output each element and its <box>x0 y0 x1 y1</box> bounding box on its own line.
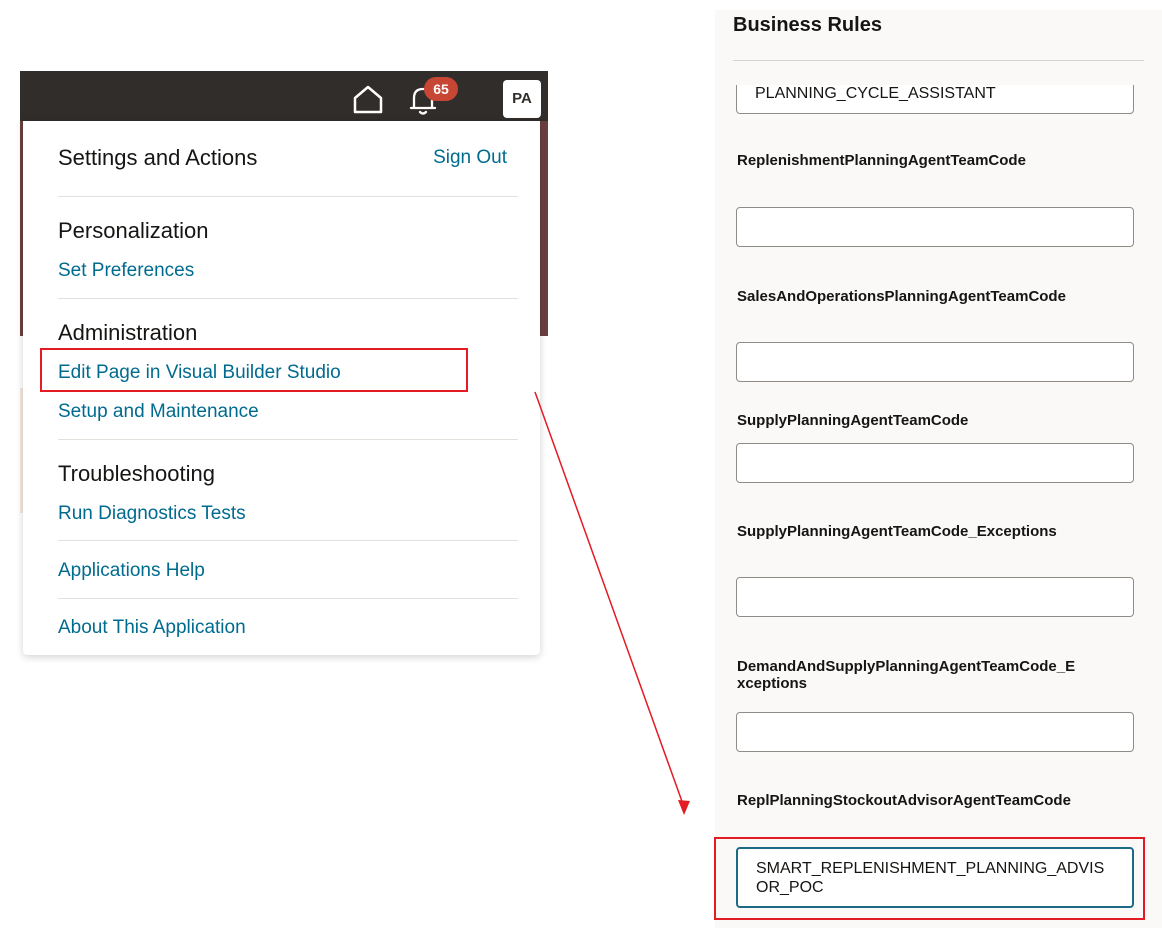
administration-heading: Administration <box>58 320 198 345</box>
form-title: Business Rules <box>733 14 882 36</box>
setup-maintenance-link[interactable]: Setup and Maintenance <box>58 401 259 423</box>
menu-divider <box>58 298 518 299</box>
menu-divider <box>58 196 518 197</box>
planning-cycle-field[interactable]: PLANNING_CYCLE_ASSISTANT <box>736 85 1134 114</box>
replenishment-agent-field[interactable] <box>736 207 1134 247</box>
highlight-box <box>714 837 1145 920</box>
troubleshooting-heading: Troubleshooting <box>58 461 215 486</box>
menu-divider <box>58 439 518 440</box>
supply-exceptions-field[interactable] <box>736 577 1134 617</box>
field-label: SalesAndOperationsPlanningAgentTeamCode <box>737 288 1066 305</box>
menu-divider <box>58 598 518 599</box>
applications-help-link[interactable]: Applications Help <box>58 560 205 582</box>
field-label: SupplyPlanningAgentTeamCode <box>737 412 969 429</box>
run-diagnostics-link[interactable]: Run Diagnostics Tests <box>58 503 246 525</box>
field-label: DemandAndSupplyPlanningAgentTeamCode_Exc… <box>737 658 1076 692</box>
demand-supply-exceptions-field[interactable] <box>736 712 1134 752</box>
highlight-box <box>40 348 468 392</box>
notification-badge: 65 <box>424 77 458 101</box>
field-label: ReplenishmentPlanningAgentTeamCode <box>737 152 1026 169</box>
menu-divider <box>58 540 518 541</box>
page-banner-edge-right <box>540 121 548 336</box>
about-application-link[interactable]: About This Application <box>58 617 246 639</box>
personalization-heading: Personalization <box>58 218 209 243</box>
sign-out-link[interactable]: Sign Out <box>433 147 507 169</box>
sop-agent-field[interactable] <box>736 342 1134 382</box>
form-divider <box>733 60 1144 61</box>
set-preferences-link[interactable]: Set Preferences <box>58 260 194 282</box>
avatar[interactable]: PA <box>503 80 541 118</box>
supply-agent-field[interactable] <box>736 443 1134 483</box>
menu-title: Settings and Actions <box>58 145 258 170</box>
home-icon[interactable] <box>352 84 384 114</box>
global-header <box>20 71 548 121</box>
field-label: SupplyPlanningAgentTeamCode_Exceptions <box>737 523 1057 540</box>
field-label: ReplPlanningStockoutAdvisorAgentTeamCode <box>737 792 1071 809</box>
